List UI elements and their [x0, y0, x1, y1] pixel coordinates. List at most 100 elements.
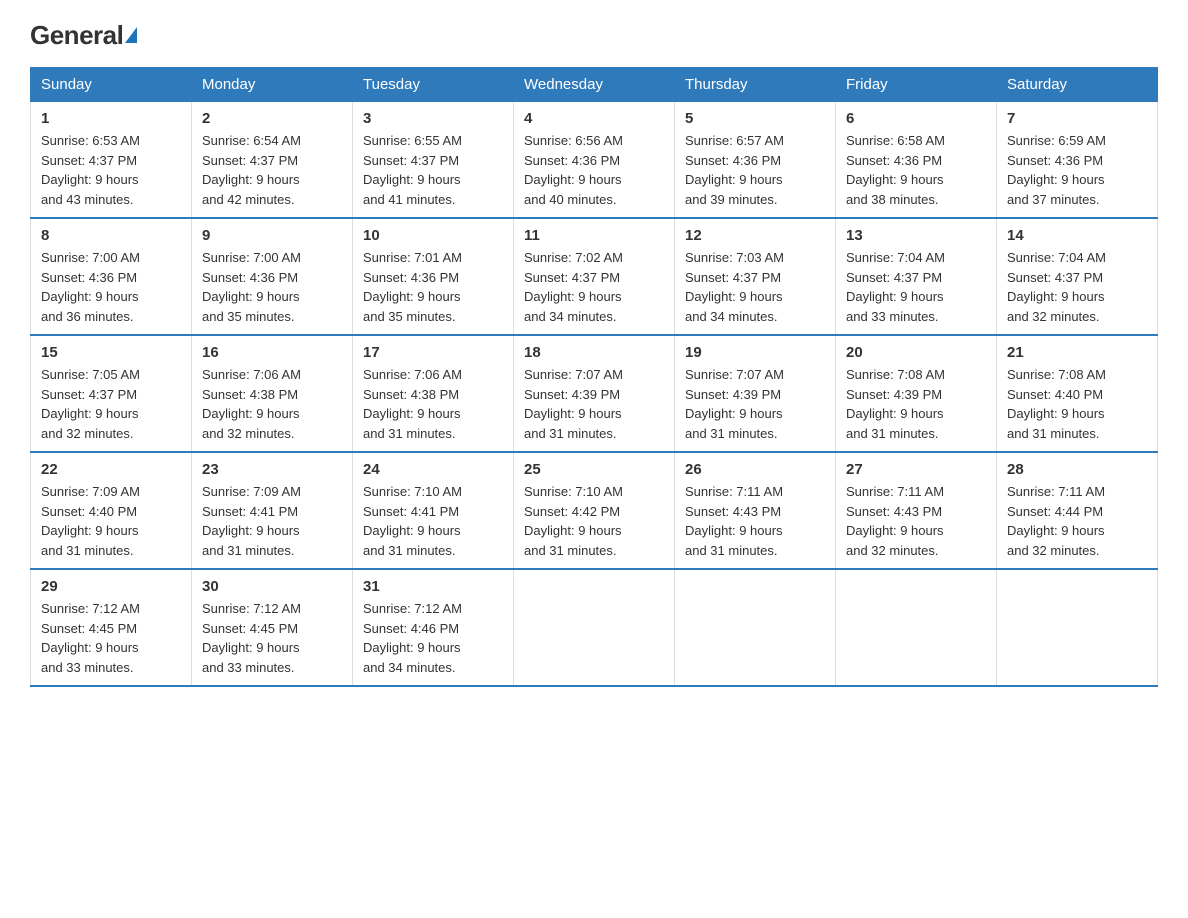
day-info: Sunrise: 7:04 AM Sunset: 4:37 PM Dayligh…: [1007, 248, 1147, 326]
day-info: Sunrise: 6:53 AM Sunset: 4:37 PM Dayligh…: [41, 131, 181, 209]
calendar-day-cell: 11 Sunrise: 7:02 AM Sunset: 4:37 PM Dayl…: [514, 218, 675, 335]
calendar-day-cell: [675, 569, 836, 686]
day-info: Sunrise: 7:10 AM Sunset: 4:41 PM Dayligh…: [363, 482, 503, 560]
calendar-day-cell: 21 Sunrise: 7:08 AM Sunset: 4:40 PM Dayl…: [997, 335, 1158, 452]
logo-triangle-icon: [125, 27, 137, 43]
day-number: 10: [363, 227, 503, 244]
calendar-day-cell: 4 Sunrise: 6:56 AM Sunset: 4:36 PM Dayli…: [514, 102, 675, 219]
day-number: 22: [41, 461, 181, 478]
calendar-header-row: SundayMondayTuesdayWednesdayThursdayFrid…: [31, 68, 1158, 102]
day-number: 3: [363, 110, 503, 127]
header-monday: Monday: [192, 68, 353, 102]
day-info: Sunrise: 7:10 AM Sunset: 4:42 PM Dayligh…: [524, 482, 664, 560]
day-info: Sunrise: 6:54 AM Sunset: 4:37 PM Dayligh…: [202, 131, 342, 209]
calendar-day-cell: 9 Sunrise: 7:00 AM Sunset: 4:36 PM Dayli…: [192, 218, 353, 335]
day-number: 26: [685, 461, 825, 478]
day-number: 19: [685, 344, 825, 361]
day-number: 18: [524, 344, 664, 361]
day-info: Sunrise: 7:09 AM Sunset: 4:41 PM Dayligh…: [202, 482, 342, 560]
calendar-day-cell: 14 Sunrise: 7:04 AM Sunset: 4:37 PM Dayl…: [997, 218, 1158, 335]
calendar-day-cell: 8 Sunrise: 7:00 AM Sunset: 4:36 PM Dayli…: [31, 218, 192, 335]
calendar-week-row: 15 Sunrise: 7:05 AM Sunset: 4:37 PM Dayl…: [31, 335, 1158, 452]
day-info: Sunrise: 7:07 AM Sunset: 4:39 PM Dayligh…: [524, 365, 664, 443]
calendar-day-cell: 26 Sunrise: 7:11 AM Sunset: 4:43 PM Dayl…: [675, 452, 836, 569]
day-info: Sunrise: 7:04 AM Sunset: 4:37 PM Dayligh…: [846, 248, 986, 326]
day-info: Sunrise: 6:55 AM Sunset: 4:37 PM Dayligh…: [363, 131, 503, 209]
calendar-week-row: 29 Sunrise: 7:12 AM Sunset: 4:45 PM Dayl…: [31, 569, 1158, 686]
calendar-day-cell: 12 Sunrise: 7:03 AM Sunset: 4:37 PM Dayl…: [675, 218, 836, 335]
calendar-day-cell: 22 Sunrise: 7:09 AM Sunset: 4:40 PM Dayl…: [31, 452, 192, 569]
day-info: Sunrise: 7:00 AM Sunset: 4:36 PM Dayligh…: [41, 248, 181, 326]
calendar-day-cell: 29 Sunrise: 7:12 AM Sunset: 4:45 PM Dayl…: [31, 569, 192, 686]
calendar-day-cell: 19 Sunrise: 7:07 AM Sunset: 4:39 PM Dayl…: [675, 335, 836, 452]
day-info: Sunrise: 7:07 AM Sunset: 4:39 PM Dayligh…: [685, 365, 825, 443]
calendar-day-cell: 13 Sunrise: 7:04 AM Sunset: 4:37 PM Dayl…: [836, 218, 997, 335]
day-info: Sunrise: 7:11 AM Sunset: 4:43 PM Dayligh…: [846, 482, 986, 560]
day-info: Sunrise: 7:12 AM Sunset: 4:45 PM Dayligh…: [202, 599, 342, 677]
day-number: 14: [1007, 227, 1147, 244]
day-number: 21: [1007, 344, 1147, 361]
day-number: 31: [363, 578, 503, 595]
day-number: 20: [846, 344, 986, 361]
day-number: 27: [846, 461, 986, 478]
day-info: Sunrise: 7:12 AM Sunset: 4:45 PM Dayligh…: [41, 599, 181, 677]
calendar-day-cell: 31 Sunrise: 7:12 AM Sunset: 4:46 PM Dayl…: [353, 569, 514, 686]
header-sunday: Sunday: [31, 68, 192, 102]
day-number: 28: [1007, 461, 1147, 478]
day-info: Sunrise: 6:56 AM Sunset: 4:36 PM Dayligh…: [524, 131, 664, 209]
day-info: Sunrise: 7:06 AM Sunset: 4:38 PM Dayligh…: [363, 365, 503, 443]
calendar-day-cell: 10 Sunrise: 7:01 AM Sunset: 4:36 PM Dayl…: [353, 218, 514, 335]
header-friday: Friday: [836, 68, 997, 102]
day-info: Sunrise: 7:06 AM Sunset: 4:38 PM Dayligh…: [202, 365, 342, 443]
day-info: Sunrise: 7:12 AM Sunset: 4:46 PM Dayligh…: [363, 599, 503, 677]
calendar-day-cell: 16 Sunrise: 7:06 AM Sunset: 4:38 PM Dayl…: [192, 335, 353, 452]
day-number: 13: [846, 227, 986, 244]
calendar-day-cell: [997, 569, 1158, 686]
day-info: Sunrise: 7:09 AM Sunset: 4:40 PM Dayligh…: [41, 482, 181, 560]
day-info: Sunrise: 7:11 AM Sunset: 4:44 PM Dayligh…: [1007, 482, 1147, 560]
day-info: Sunrise: 7:00 AM Sunset: 4:36 PM Dayligh…: [202, 248, 342, 326]
header-thursday: Thursday: [675, 68, 836, 102]
calendar-day-cell: 18 Sunrise: 7:07 AM Sunset: 4:39 PM Dayl…: [514, 335, 675, 452]
calendar-week-row: 1 Sunrise: 6:53 AM Sunset: 4:37 PM Dayli…: [31, 102, 1158, 219]
calendar-week-row: 8 Sunrise: 7:00 AM Sunset: 4:36 PM Dayli…: [31, 218, 1158, 335]
day-info: Sunrise: 7:01 AM Sunset: 4:36 PM Dayligh…: [363, 248, 503, 326]
day-info: Sunrise: 7:02 AM Sunset: 4:37 PM Dayligh…: [524, 248, 664, 326]
calendar-table: SundayMondayTuesdayWednesdayThursdayFrid…: [30, 67, 1158, 687]
header-wednesday: Wednesday: [514, 68, 675, 102]
day-number: 11: [524, 227, 664, 244]
day-info: Sunrise: 7:03 AM Sunset: 4:37 PM Dayligh…: [685, 248, 825, 326]
day-number: 8: [41, 227, 181, 244]
day-number: 15: [41, 344, 181, 361]
calendar-day-cell: 17 Sunrise: 7:06 AM Sunset: 4:38 PM Dayl…: [353, 335, 514, 452]
day-number: 23: [202, 461, 342, 478]
page-header: General: [30, 20, 1158, 47]
day-info: Sunrise: 7:11 AM Sunset: 4:43 PM Dayligh…: [685, 482, 825, 560]
day-number: 5: [685, 110, 825, 127]
calendar-day-cell: 15 Sunrise: 7:05 AM Sunset: 4:37 PM Dayl…: [31, 335, 192, 452]
day-number: 1: [41, 110, 181, 127]
day-info: Sunrise: 6:57 AM Sunset: 4:36 PM Dayligh…: [685, 131, 825, 209]
calendar-day-cell: 30 Sunrise: 7:12 AM Sunset: 4:45 PM Dayl…: [192, 569, 353, 686]
day-number: 17: [363, 344, 503, 361]
day-number: 30: [202, 578, 342, 595]
calendar-day-cell: 5 Sunrise: 6:57 AM Sunset: 4:36 PM Dayli…: [675, 102, 836, 219]
calendar-day-cell: 24 Sunrise: 7:10 AM Sunset: 4:41 PM Dayl…: [353, 452, 514, 569]
day-info: Sunrise: 7:08 AM Sunset: 4:40 PM Dayligh…: [1007, 365, 1147, 443]
calendar-day-cell: 27 Sunrise: 7:11 AM Sunset: 4:43 PM Dayl…: [836, 452, 997, 569]
day-number: 7: [1007, 110, 1147, 127]
day-number: 4: [524, 110, 664, 127]
day-info: Sunrise: 6:58 AM Sunset: 4:36 PM Dayligh…: [846, 131, 986, 209]
header-saturday: Saturday: [997, 68, 1158, 102]
calendar-day-cell: 3 Sunrise: 6:55 AM Sunset: 4:37 PM Dayli…: [353, 102, 514, 219]
day-number: 16: [202, 344, 342, 361]
calendar-day-cell: 20 Sunrise: 7:08 AM Sunset: 4:39 PM Dayl…: [836, 335, 997, 452]
day-number: 25: [524, 461, 664, 478]
calendar-day-cell: 1 Sunrise: 6:53 AM Sunset: 4:37 PM Dayli…: [31, 102, 192, 219]
calendar-day-cell: 6 Sunrise: 6:58 AM Sunset: 4:36 PM Dayli…: [836, 102, 997, 219]
day-number: 29: [41, 578, 181, 595]
day-number: 24: [363, 461, 503, 478]
calendar-day-cell: 23 Sunrise: 7:09 AM Sunset: 4:41 PM Dayl…: [192, 452, 353, 569]
calendar-day-cell: [836, 569, 997, 686]
day-info: Sunrise: 7:08 AM Sunset: 4:39 PM Dayligh…: [846, 365, 986, 443]
